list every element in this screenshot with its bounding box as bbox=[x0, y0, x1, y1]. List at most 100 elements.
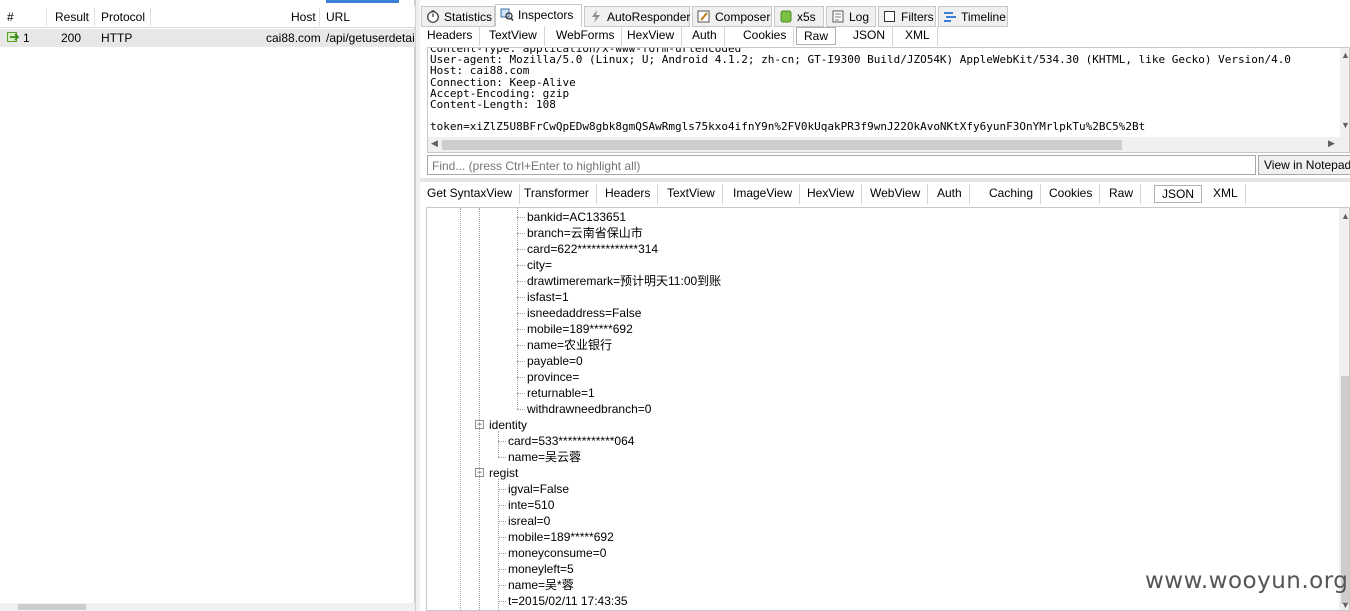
raw-request-line: User-agent: Mozilla/5.0 (Linux; U; Andro… bbox=[430, 53, 1291, 67]
tree-connector bbox=[517, 329, 525, 330]
session-protocol: HTTP bbox=[101, 31, 133, 45]
watermark: www.wooyun.org bbox=[1145, 568, 1349, 594]
tree-connector bbox=[498, 601, 506, 602]
response-tab-textview[interactable]: TextView bbox=[660, 184, 723, 204]
horizontal-splitter[interactable] bbox=[420, 178, 1350, 182]
response-tab-json[interactable]: JSON bbox=[1154, 185, 1203, 203]
response-tab-transformer[interactable]: Transformer bbox=[517, 184, 597, 204]
tree-connector bbox=[517, 281, 525, 282]
request-tab-cookies[interactable]: Cookies bbox=[736, 26, 795, 46]
inspectors-icon bbox=[500, 8, 514, 21]
tab-timeline[interactable]: Timeline bbox=[938, 6, 1008, 27]
request-tab-json[interactable]: JSON bbox=[846, 26, 894, 46]
response-tab-hexview[interactable]: HexView bbox=[800, 184, 863, 204]
column-header-url[interactable]: URL bbox=[326, 10, 350, 24]
tree-connector bbox=[498, 521, 506, 522]
column-header-number[interactable]: # bbox=[7, 10, 14, 24]
tab-x5s-label: x5s bbox=[797, 10, 816, 24]
json-tree-item: mobile=189*****692 bbox=[508, 530, 614, 544]
json-tree-item: moneyleft=5 bbox=[508, 562, 574, 576]
raw-request-text: Content-Type: application/x-www-form-url… bbox=[430, 48, 1291, 134]
json-tree-node-regist: regist bbox=[489, 466, 519, 480]
tree-connector bbox=[498, 585, 506, 586]
stopwatch-icon bbox=[426, 10, 440, 23]
tree-connector bbox=[498, 479, 499, 610]
column-separator bbox=[319, 8, 320, 26]
response-tab-auth[interactable]: Auth bbox=[930, 184, 970, 204]
response-tab-webview[interactable]: WebView bbox=[863, 184, 929, 204]
scroll-right-icon[interactable]: ▶ bbox=[1328, 138, 1335, 149]
tree-connector bbox=[517, 345, 525, 346]
json-tree-item: bankid=AC133651 bbox=[527, 210, 627, 224]
lightning-icon bbox=[589, 10, 603, 23]
session-row[interactable]: 1 200 HTTP cai88.com /api/getuserdetail. bbox=[0, 29, 415, 47]
request-tab-hexview[interactable]: HexView bbox=[620, 26, 683, 46]
json-tree-view[interactable]: bankid=AC133651 branch=云南省保山市 card=622****… bbox=[426, 207, 1350, 611]
request-tab-webforms[interactable]: WebForms bbox=[549, 26, 623, 46]
scroll-left-icon[interactable]: ◀ bbox=[431, 138, 438, 149]
tab-timeline-label: Timeline bbox=[961, 10, 1006, 24]
raw-request-line: Accept-Encoding: gzip bbox=[430, 86, 570, 100]
tree-connector bbox=[460, 208, 461, 610]
tree-connector bbox=[479, 422, 480, 610]
request-tab-auth[interactable]: Auth bbox=[685, 26, 725, 46]
scroll-up-icon[interactable]: ▲ bbox=[1341, 211, 1349, 221]
column-header-result[interactable]: Result bbox=[55, 10, 89, 24]
tab-inspectors[interactable]: Inspectors bbox=[495, 4, 582, 27]
log-icon bbox=[831, 10, 845, 23]
tree-connector bbox=[517, 217, 525, 218]
tab-autoresponder-label: AutoResponder bbox=[607, 10, 691, 24]
request-tab-headers[interactable]: Headers bbox=[420, 26, 481, 46]
request-tab-xml[interactable]: XML bbox=[898, 26, 938, 46]
scroll-down-icon[interactable]: ▼ bbox=[1341, 600, 1349, 610]
tree-connector bbox=[498, 553, 506, 554]
tree-connector bbox=[517, 361, 525, 362]
raw-vscrollbar[interactable]: ▲ ▼ bbox=[1340, 48, 1349, 152]
response-tab-imageview[interactable]: ImageView bbox=[726, 184, 801, 204]
column-header-protocol[interactable]: Protocol bbox=[101, 10, 145, 24]
session-host: cai88.com bbox=[266, 31, 321, 45]
tab-autoresponder[interactable]: AutoResponder bbox=[584, 6, 690, 27]
request-tab-raw[interactable]: Raw bbox=[796, 27, 837, 45]
json-tree-item: name=吴*蓉 bbox=[508, 578, 574, 592]
tab-log[interactable]: Log bbox=[826, 6, 876, 27]
tree-connector bbox=[517, 393, 525, 394]
tab-composer[interactable]: Composer bbox=[692, 6, 772, 27]
json-tree-item: branch=云南省保山市 bbox=[527, 226, 643, 240]
request-tab-textview[interactable]: TextView bbox=[482, 26, 545, 46]
response-tab-cookies[interactable]: Cookies bbox=[1042, 184, 1101, 204]
tab-x5s[interactable]: x5s bbox=[774, 6, 824, 27]
json-tree-item: name=农业银行 bbox=[527, 338, 613, 352]
session-list-hscrollbar[interactable] bbox=[0, 603, 415, 611]
json-tree-item: drawtimeremark=预计明天11:00到账 bbox=[527, 274, 722, 288]
tab-statistics[interactable]: Statistics bbox=[421, 6, 495, 27]
raw-request-view[interactable]: Content-Type: application/x-www-form-url… bbox=[427, 47, 1350, 153]
view-in-notepad-button[interactable]: View in Notepad bbox=[1258, 155, 1350, 175]
scroll-up-icon[interactable]: ▲ bbox=[1341, 50, 1349, 60]
session-url: /api/getuserdetail. bbox=[326, 31, 415, 45]
tab-statistics-label: Statistics bbox=[444, 10, 493, 24]
response-tab-syntaxview[interactable]: Get SyntaxView bbox=[420, 184, 521, 204]
timeline-icon bbox=[943, 10, 957, 23]
json-tree-item: withdrawneedbranch=0 bbox=[527, 402, 652, 416]
json-tree-item: t=2015/02/11 17:43:35 bbox=[508, 594, 628, 608]
tab-filters[interactable]: Filters bbox=[878, 6, 936, 27]
response-tab-xml[interactable]: XML bbox=[1206, 184, 1246, 204]
json-tree-item: igval=False bbox=[508, 482, 570, 496]
json-tree-node-identity: identity bbox=[489, 418, 528, 432]
column-header-host[interactable]: Host bbox=[291, 10, 316, 24]
response-tab-raw[interactable]: Raw bbox=[1102, 184, 1142, 204]
response-tab-caching[interactable]: Caching bbox=[982, 184, 1042, 204]
tree-connector bbox=[479, 208, 480, 422]
tree-connector bbox=[498, 537, 506, 538]
raw-request-line: Content-Length: 108 bbox=[430, 98, 556, 112]
raw-request-line: token=xiZlZ5U8BFrCwQpEDw8gbk8gmQSAwRmgls… bbox=[430, 120, 1146, 134]
session-number: 1 bbox=[23, 31, 30, 45]
find-input[interactable] bbox=[427, 155, 1256, 175]
json-tree-vscrollbar[interactable]: ▲ ▼ bbox=[1339, 208, 1349, 610]
tab-inspectors-label: Inspectors bbox=[518, 8, 574, 22]
scroll-down-icon[interactable]: ▼ bbox=[1341, 120, 1349, 130]
json-tree-item: moneyconsume=0 bbox=[508, 546, 607, 560]
raw-hscrollbar[interactable]: ◀ ▶ bbox=[428, 137, 1340, 152]
response-tab-headers[interactable]: Headers bbox=[598, 184, 659, 204]
